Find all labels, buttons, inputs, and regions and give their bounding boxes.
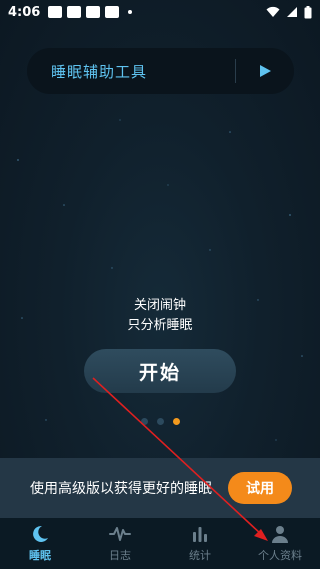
page-dot[interactable]	[141, 418, 148, 425]
sleep-aid-title: 睡眠辅助工具	[51, 62, 148, 81]
alarm-mode-description: 关闭闹钟 只分析睡眠	[0, 296, 320, 336]
tab-profile[interactable]: 个人资料	[240, 518, 320, 569]
notification-icon	[48, 6, 63, 18]
mode-line-2: 只分析睡眠	[127, 318, 193, 333]
notification-icons	[48, 6, 133, 18]
battery-icon	[304, 5, 312, 18]
app-screen: 4:06 睡眠辅助工具 关闭闹钟 只分析睡眠 开始 使用高级版以获得更好的睡眠 …	[0, 0, 320, 569]
more-notifications-icon	[128, 10, 133, 14]
wave-icon	[109, 527, 131, 541]
divider	[235, 59, 236, 83]
mode-line-1: 关闭闹钟	[133, 298, 186, 313]
promo-text: 使用高级版以获得更好的睡眠	[30, 481, 212, 497]
start-button[interactable]: 开始	[84, 349, 236, 393]
tab-stats[interactable]: 统计	[160, 518, 240, 569]
status-bar: 4:06	[0, 0, 320, 24]
tab-label: 统计	[189, 549, 211, 562]
tab-label: 日志	[109, 549, 131, 562]
trial-button[interactable]: 试用	[228, 472, 292, 504]
signal-icon	[287, 7, 297, 17]
notification-icon	[67, 6, 82, 18]
play-icon[interactable]	[253, 59, 277, 83]
notification-icon	[86, 6, 101, 18]
notification-icon	[105, 6, 120, 18]
moon-icon	[33, 525, 48, 542]
person-icon	[272, 526, 288, 543]
system-indicators	[266, 5, 312, 19]
page-dot-active[interactable]	[173, 418, 180, 425]
tab-label: 个人资料	[258, 549, 302, 562]
page-indicator	[141, 418, 180, 425]
tab-log[interactable]: 日志	[80, 518, 160, 569]
status-time: 4:06	[8, 4, 41, 20]
bottom-tab-bar: 睡眠 日志 统计 个人资料	[0, 518, 320, 569]
tab-sleep[interactable]: 睡眠	[0, 518, 80, 569]
tab-label: 睡眠	[29, 549, 51, 562]
premium-promo-bar: 使用高级版以获得更好的睡眠 试用	[0, 458, 320, 518]
page-dot[interactable]	[157, 418, 164, 425]
sleep-aid-tool-bar[interactable]: 睡眠辅助工具	[27, 48, 294, 94]
bar-chart-icon	[193, 527, 207, 542]
wifi-icon	[266, 6, 280, 17]
